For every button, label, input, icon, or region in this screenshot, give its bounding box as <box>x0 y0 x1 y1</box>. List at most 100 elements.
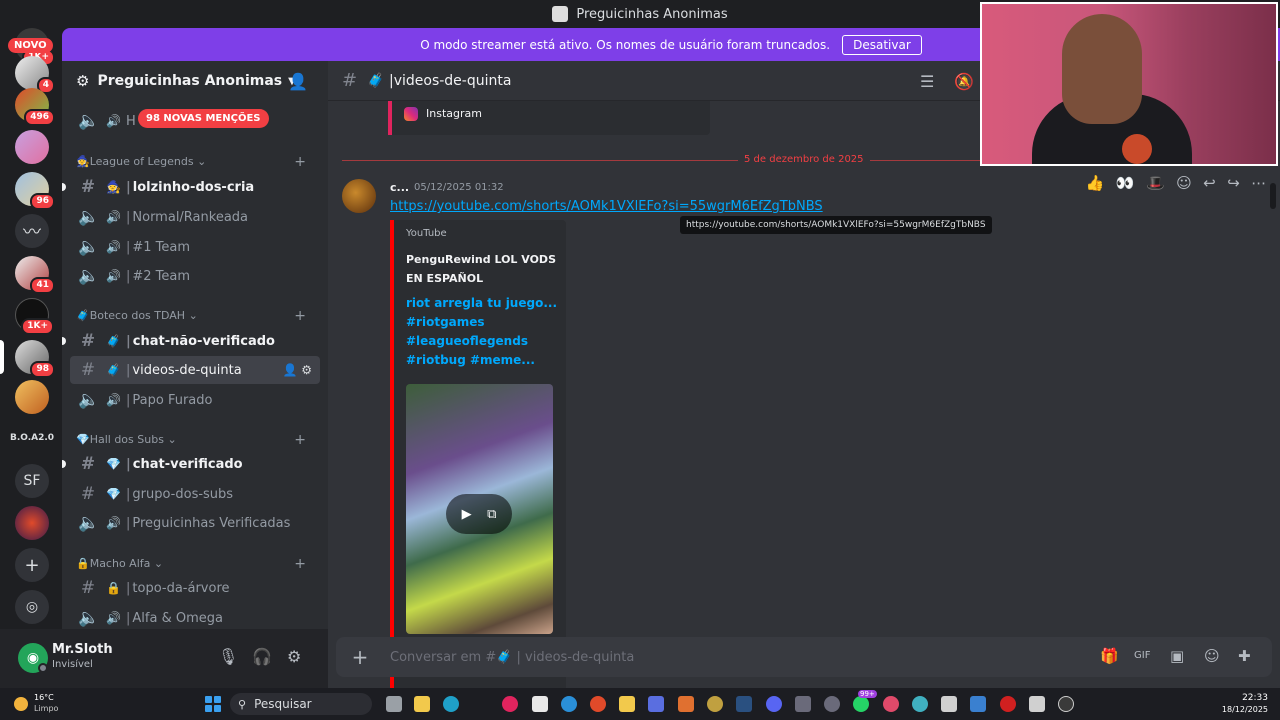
channel-lolzinho-dos-cria[interactable]: # 🧙 | lolzinho-dos-cria <box>70 173 320 201</box>
category-macho-alfa[interactable]: 🔒 Macho Alfa ⌄ + <box>76 556 316 572</box>
channel-papo-furado[interactable]: 🔈 🔊 | Papo Furado <box>70 386 320 414</box>
calculator-icon[interactable] <box>941 696 957 712</box>
thumbs-up-icon[interactable]: 👍 <box>1086 174 1105 192</box>
create-channel-icon[interactable]: + <box>294 432 306 448</box>
notepad-icon[interactable] <box>532 696 548 712</box>
add-reaction-icon[interactable]: ☺ <box>1176 174 1192 192</box>
taskbar-app-icon[interactable] <box>1029 696 1045 712</box>
taskbar-app-icon[interactable] <box>619 696 635 712</box>
channel-settings-icon[interactable]: 👤 ⚙ <box>282 363 312 377</box>
forward-icon[interactable]: ↪ <box>1227 174 1240 192</box>
server-icon[interactable]: 1K+ <box>15 298 54 335</box>
user-settings-icon[interactable]: ⚙ <box>287 647 301 666</box>
channel-chat-verificado[interactable]: # 💎 | chat-verificado <box>70 450 320 478</box>
channel-videos-de-quinta[interactable]: # 🧳 | videos-de-quinta 👤 ⚙ <box>70 356 320 384</box>
channel-preguicinhas-verificadas[interactable]: 🔈 🔊 | Preguicinhas Verificadas <box>70 509 320 537</box>
message-author[interactable]: c... <box>390 181 409 194</box>
taskbar-app-icon[interactable] <box>912 696 928 712</box>
guild-header[interactable]: ⚙ Preguicinhas Anonimas ▼ 👤 <box>62 61 328 101</box>
emoji-icon[interactable]: ☺ <box>1204 647 1220 665</box>
message-link[interactable]: https://youtube.com/shorts/AOMk1VXlEFo?s… <box>390 199 823 214</box>
server-icon[interactable]: 41 <box>15 256 55 294</box>
taskbar-app-icon[interactable] <box>824 696 840 712</box>
user-name[interactable]: Mr.Sloth <box>52 642 113 657</box>
discord-icon[interactable] <box>766 696 782 712</box>
reply-icon[interactable]: ↩ <box>1203 174 1216 192</box>
play-icon[interactable]: ▶ <box>462 507 472 522</box>
category-boteco-dos-tdah[interactable]: 🧳 Boteco dos TDAH ⌄ + <box>76 308 316 324</box>
add-attachment-icon[interactable]: + <box>350 645 370 669</box>
start-button[interactable] <box>205 696 221 712</box>
task-view-icon[interactable] <box>386 696 402 712</box>
video-thumbnail[interactable]: ▶ ⧉ <box>406 384 553 634</box>
channel-label: grupo-dos-subs <box>132 486 234 502</box>
play-circle-icon[interactable] <box>1058 696 1074 712</box>
server-icon[interactable] <box>15 506 49 540</box>
new-mentions-badge[interactable]: 98 NOVAS MENÇÕES <box>138 109 269 128</box>
category-hall-dos-subs[interactable]: 💎 Hall dos Subs ⌄ + <box>76 432 316 448</box>
embed-title[interactable]: riot arregla tu juego... #riotgames #lea… <box>406 294 566 370</box>
category-emoji-icon: 🔒 <box>76 557 90 570</box>
server-icon[interactable]: 4 <box>15 56 55 94</box>
gift-icon[interactable]: 🎁 <box>1100 647 1119 665</box>
more-icon[interactable]: ⋯ <box>1251 174 1266 192</box>
maps-icon[interactable] <box>883 696 899 712</box>
create-channel-icon[interactable]: + <box>294 556 306 572</box>
clock-time[interactable]: 22:33 <box>1242 693 1268 703</box>
file-explorer-icon[interactable] <box>414 696 430 712</box>
disable-streamer-button[interactable]: Desativar <box>842 34 922 55</box>
weather-icon[interactable] <box>14 697 28 711</box>
scrollbar[interactable] <box>1270 183 1276 209</box>
whatsapp-icon[interactable] <box>853 696 869 712</box>
discover-icon[interactable]: ◎ <box>15 590 49 624</box>
server-icon[interactable]: 96 <box>15 172 55 210</box>
threads-icon[interactable]: ☰ <box>920 72 934 91</box>
create-channel-icon[interactable]: + <box>294 308 306 324</box>
apps-icon[interactable]: ✚ <box>1238 647 1251 665</box>
channel-alfa-omega[interactable]: 🔈 🔊 | Alfa & Omega <box>70 604 320 629</box>
taskbar-app-icon[interactable] <box>707 696 723 712</box>
channel-grupo-dos-subs[interactable]: # 💎 | grupo-dos-subs <box>70 480 320 508</box>
channel-2-team[interactable]: 🔈 🔊 | #2 Team <box>70 262 320 290</box>
open-external-icon[interactable]: ⧉ <box>487 507 496 522</box>
taskbar-app-icon[interactable] <box>648 696 664 712</box>
channel-chat-nao-verificado[interactable]: # 🧳 | chat-não-verificado <box>70 327 320 355</box>
webcam-overlay <box>980 2 1278 166</box>
microphone-icon[interactable]: 🎙 <box>218 647 238 666</box>
channel-normal-rankeada[interactable]: 🔈 🔊 | Normal/Rankeada <box>70 203 320 231</box>
steam-icon[interactable] <box>736 696 752 712</box>
clock-date[interactable]: 18/12/2025 <box>1222 705 1268 714</box>
add-server-icon[interactable]: + <box>15 548 49 582</box>
mute-icon[interactable]: 🔕 <box>954 72 974 91</box>
hash-icon: # <box>80 177 96 197</box>
sticker-icon[interactable]: ▣ <box>1170 647 1184 665</box>
embed-author[interactable]: PenguRewind LOL VODS EN ESPAÑOL <box>406 250 556 288</box>
channel-topo-da-arvore[interactable]: # 🔒 | topo-da-árvore <box>70 574 320 602</box>
hat-emoji-icon[interactable]: 🎩 <box>1146 174 1165 192</box>
message-input[interactable]: Conversar em #🧳 | videos-de-quinta <box>390 650 634 665</box>
create-channel-icon[interactable]: + <box>294 154 306 170</box>
taskbar-app-icon[interactable] <box>678 696 694 712</box>
server-icon[interactable]: 496 <box>15 88 55 126</box>
c-app-icon[interactable] <box>561 696 577 712</box>
edge-icon[interactable] <box>443 696 459 712</box>
category-league-of-legends[interactable]: 🧙 League of Legends ⌄ + <box>76 154 316 170</box>
opera-icon[interactable] <box>1000 696 1016 712</box>
taskbar-search[interactable]: ⚲ Pesquisar <box>230 693 372 715</box>
message-avatar[interactable] <box>342 179 376 213</box>
invite-people-icon[interactable]: 👤 <box>288 72 308 91</box>
channel-1-team[interactable]: 🔈 🔊 | #1 Team <box>70 233 320 261</box>
chrome-icon[interactable] <box>590 696 606 712</box>
gif-icon[interactable]: GIF <box>1134 650 1150 661</box>
server-icon[interactable]: 〰 <box>15 214 49 248</box>
media-player-icon[interactable] <box>502 696 518 712</box>
server-icon-boa[interactable]: B.O.A2.0 <box>10 433 54 443</box>
server-icon[interactable] <box>15 380 49 414</box>
taskbar-app-icon[interactable] <box>795 696 811 712</box>
photos-icon[interactable] <box>970 696 986 712</box>
server-icon-sf[interactable]: SF <box>15 464 49 498</box>
server-icon[interactable] <box>15 130 49 164</box>
headphones-icon[interactable]: 🎧 <box>252 647 272 666</box>
server-icon[interactable]: 98 <box>15 340 55 378</box>
eyes-icon[interactable]: 👀 <box>1116 174 1135 192</box>
